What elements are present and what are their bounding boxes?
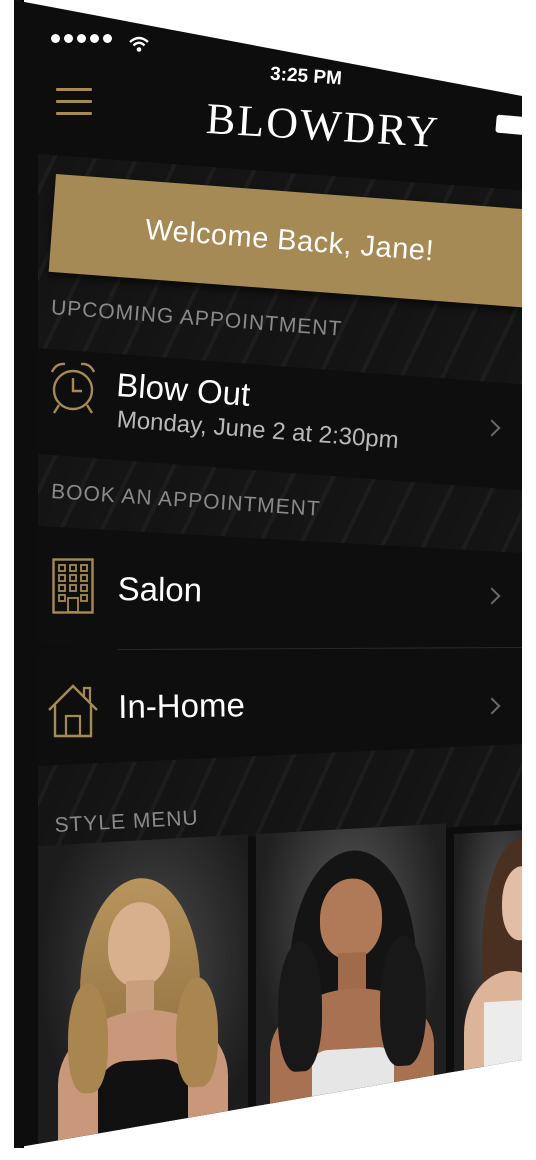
status-time: 3:25 PM <box>269 63 343 90</box>
brunette-straight-style-photo[interactable] <box>454 829 522 1094</box>
phone-device: 3:25 PM BLOWDRY Welcome Back, Jane! UPCO… <box>14 0 522 1148</box>
building-icon <box>52 558 94 614</box>
battery-icon <box>495 114 522 136</box>
hamburger-menu-icon[interactable] <box>56 88 92 120</box>
signal-strength-icon <box>51 34 112 43</box>
status-bar: 3:25 PM <box>38 14 522 136</box>
welcome-text: Welcome Back, Jane! <box>144 213 436 268</box>
book-in-home-label: In-Home <box>118 686 246 725</box>
app-screen: 3:25 PM BLOWDRY Welcome Back, Jane! UPCO… <box>38 14 522 1148</box>
style-menu-carousel[interactable] <box>38 823 522 1148</box>
book-salon-label: Salon <box>117 570 203 609</box>
dark-curly-style-photo[interactable] <box>256 823 446 1106</box>
alarm-clock-icon <box>50 362 96 414</box>
blonde-wavy-style-photo[interactable] <box>38 834 248 1148</box>
house-icon <box>48 684 98 738</box>
wifi-icon <box>129 36 149 52</box>
app-logo: BLOWDRY <box>204 93 442 158</box>
